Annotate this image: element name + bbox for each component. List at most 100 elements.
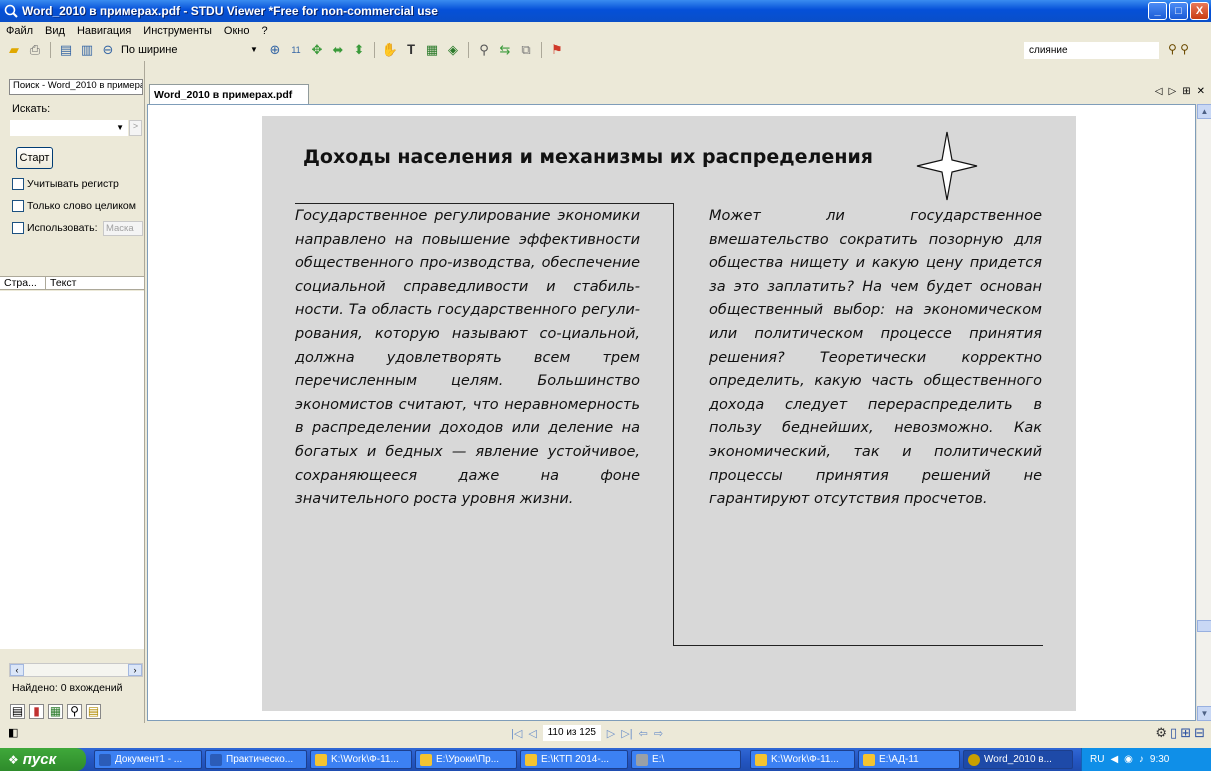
outline-icon[interactable]: ▦ xyxy=(48,704,63,719)
language-indicator[interactable]: RU xyxy=(1090,754,1104,765)
volume-icon[interactable]: ♪ xyxy=(1139,754,1144,765)
fit-width-icon[interactable]: ⬌ xyxy=(330,42,346,58)
search-go-button[interactable]: > xyxy=(129,120,142,136)
tab-list-icon[interactable]: ⊞ xyxy=(1182,86,1190,97)
frame-line-top xyxy=(295,203,673,204)
fit-page-icon[interactable]: ✥ xyxy=(309,42,325,58)
whole-word-checkbox[interactable]: Только слово целиком xyxy=(12,200,136,212)
task-button-active[interactable]: Word_2010 в... xyxy=(963,750,1073,769)
chevron-down-icon[interactable]: ▼ xyxy=(116,123,124,132)
notes-icon[interactable]: ▤ xyxy=(86,704,101,719)
copy-icon[interactable]: ⧉ xyxy=(518,42,534,58)
task-button[interactable]: E:\КТП 2014-... xyxy=(520,750,628,769)
menu-navigation[interactable]: Навигация xyxy=(77,25,131,37)
single-page-view-icon[interactable]: ▯ xyxy=(1170,725,1177,741)
minimize-button[interactable]: _ xyxy=(1148,2,1167,20)
task-button[interactable]: E:\АД-11 xyxy=(858,750,960,769)
task-button[interactable]: E:\ xyxy=(631,750,741,769)
page-number-field[interactable]: 110 из 125 xyxy=(542,725,601,741)
task-button[interactable]: K:\Work\Ф-11... xyxy=(310,750,412,769)
menu-help[interactable]: ? xyxy=(261,25,267,37)
mask-select[interactable]: Маска xyxy=(103,221,143,236)
tray-arrow-icon[interactable]: ◀ xyxy=(1110,754,1118,765)
text-select-icon[interactable]: 𝐓 xyxy=(403,42,419,58)
scroll-thumb[interactable] xyxy=(1197,620,1211,632)
first-page-icon[interactable]: |◁ xyxy=(511,727,522,740)
search-icon[interactable]: ⚲ xyxy=(67,704,82,719)
task-label: Документ1 - ... xyxy=(115,754,183,765)
zoom-select[interactable]: По ширине xyxy=(121,42,241,58)
task-button[interactable]: Практическо... xyxy=(205,750,307,769)
two-page-icon[interactable]: ▥ xyxy=(79,42,95,58)
task-label: Word_2010 в... xyxy=(984,754,1052,765)
snapshot-icon[interactable]: ◈ xyxy=(445,42,461,58)
find-icon[interactable]: ⚲ xyxy=(476,42,492,58)
fit-height-icon[interactable]: ⬍ xyxy=(351,42,367,58)
facing-pages-icon[interactable]: ⊞ xyxy=(1180,725,1191,741)
scroll-right-icon[interactable]: › xyxy=(128,664,142,676)
maximize-button[interactable]: □ xyxy=(1169,2,1188,20)
case-sensitive-label: Учитывать регистр xyxy=(27,178,119,190)
results-list[interactable] xyxy=(0,291,144,649)
results-scrollbar[interactable]: ‹ › xyxy=(9,663,143,677)
actual-size-button[interactable]: 11 xyxy=(288,42,304,58)
last-page-icon[interactable]: ▷| xyxy=(621,727,632,740)
vertical-scrollbar[interactable]: ▲ ▼ xyxy=(1196,104,1211,721)
chevron-down-icon[interactable]: ▼ xyxy=(246,42,262,58)
tab-prev-icon[interactable]: ◁ xyxy=(1155,86,1163,97)
case-sensitive-checkbox[interactable]: Учитывать регистр xyxy=(12,178,119,190)
task-button[interactable]: Документ1 - ... xyxy=(94,750,202,769)
word-icon xyxy=(99,753,111,766)
scroll-up-icon[interactable]: ▲ xyxy=(1197,104,1211,119)
task-button[interactable]: E:\Уроки\Пр... xyxy=(415,750,517,769)
checkbox-box[interactable] xyxy=(12,200,24,212)
start-button[interactable]: ❖ пуск xyxy=(0,748,86,771)
zoom-in-icon[interactable]: ⊕ xyxy=(267,42,283,58)
thumbnails-icon[interactable]: ▤ xyxy=(10,704,25,719)
star-icon xyxy=(916,131,978,201)
go-to-icon[interactable]: ⇆ xyxy=(497,42,513,58)
menu-window[interactable]: Окно xyxy=(224,25,250,37)
tab-document[interactable]: Word_2010 в примерах.pdf xyxy=(149,84,309,105)
find-previous-icon[interactable]: ⚲ xyxy=(1168,42,1177,56)
start-search-button[interactable]: Старт xyxy=(16,147,53,169)
document-view[interactable]: Доходы населения и механизмы их распреде… xyxy=(147,104,1196,721)
forward-icon[interactable]: ⇨ xyxy=(654,727,663,740)
sidebar-tab-search[interactable]: Поиск - Word_2010 в примерах xyxy=(9,79,143,95)
network-icon[interactable]: ◉ xyxy=(1124,754,1133,765)
quick-search-input[interactable]: слияние xyxy=(1024,42,1159,59)
next-page-icon[interactable]: ▷ xyxy=(607,727,615,740)
scroll-down-icon[interactable]: ▼ xyxy=(1197,706,1211,721)
settings-icon[interactable]: ⚙ xyxy=(1155,725,1167,741)
checkbox-box[interactable] xyxy=(12,178,24,190)
open-folder-icon[interactable]: ▰ xyxy=(6,42,22,58)
previous-page-icon[interactable]: ◁ xyxy=(528,727,536,740)
hand-tool-icon[interactable]: ✋ xyxy=(382,42,398,58)
single-page-icon[interactable]: ▤ xyxy=(58,42,74,58)
scroll-left-icon[interactable]: ‹ xyxy=(10,664,24,676)
window-title: Word_2010 в примерах.pdf - STDU Viewer *… xyxy=(22,4,438,18)
back-icon[interactable]: ⇦ xyxy=(639,727,648,740)
continuous-view-icon[interactable]: ⊟ xyxy=(1194,725,1205,741)
bookmark-icon[interactable]: ⚑ xyxy=(549,42,565,58)
taskbar: ❖ пуск Документ1 - ... Практическо... K:… xyxy=(0,748,1211,771)
column-page[interactable]: Стра... xyxy=(0,277,46,289)
menu-view[interactable]: Вид xyxy=(45,25,65,37)
bookmarks-icon[interactable]: ▮ xyxy=(29,704,44,719)
print-icon[interactable]: ⎙ xyxy=(27,42,43,58)
find-next-icon[interactable]: ⚲ xyxy=(1180,42,1189,56)
menu-file[interactable]: Файл xyxy=(6,25,33,37)
sidebar-search-input[interactable]: ▼ xyxy=(10,120,128,136)
use-mask-checkbox[interactable]: Использовать: xyxy=(12,222,98,234)
menu-tools[interactable]: Инструменты xyxy=(143,25,212,37)
zoom-out-icon[interactable]: ⊖ xyxy=(100,42,116,58)
drive-icon xyxy=(636,753,648,766)
task-button[interactable]: K:\Work\Ф-11... xyxy=(750,750,855,769)
checkbox-box[interactable] xyxy=(12,222,24,234)
tab-next-icon[interactable]: ▷ xyxy=(1169,86,1177,97)
column-text[interactable]: Текст xyxy=(46,277,76,289)
toggle-sidebar-icon[interactable]: ◧ xyxy=(8,726,18,739)
close-button[interactable]: X xyxy=(1190,2,1209,20)
image-select-icon[interactable]: ▦ xyxy=(424,42,440,58)
tab-close-icon[interactable]: ✕ xyxy=(1197,86,1205,97)
